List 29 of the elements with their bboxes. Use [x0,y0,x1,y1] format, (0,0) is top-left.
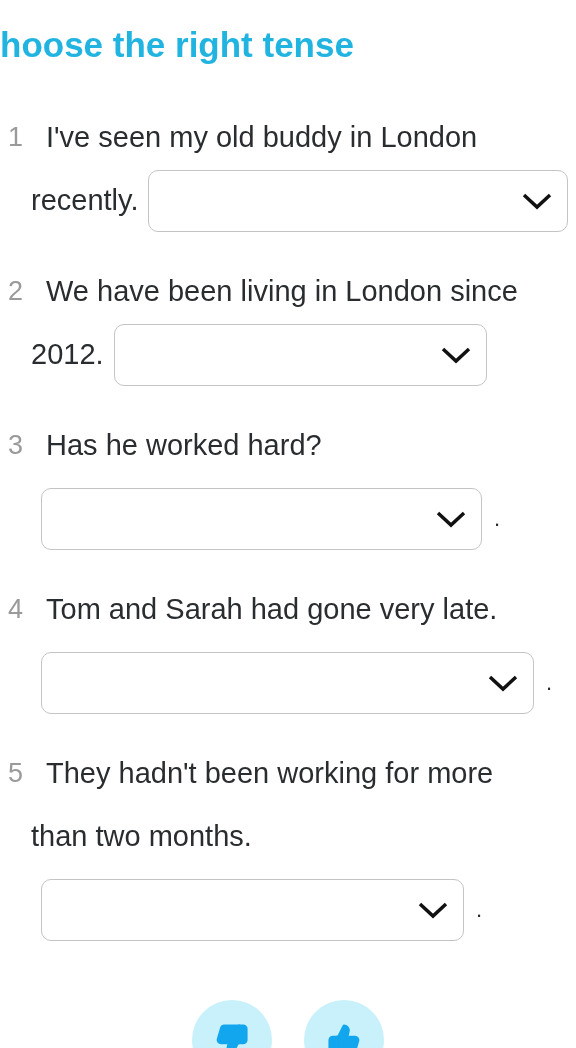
question-text: 2012. [31,337,104,372]
sentence-period: . [476,896,483,924]
question-text: than two months. [31,819,252,854]
answer-dropdown[interactable] [41,878,464,941]
question-text: Tom and Sarah had gone very late. [46,592,498,627]
question-text: They hadn't been working for more [46,756,494,791]
sentence-period: . [546,669,553,697]
chevron-down-icon [521,191,554,210]
answer-dropdown[interactable] [41,651,534,714]
chevron-down-icon [487,673,519,692]
question-text: recently. [31,183,139,218]
chevron-down-icon [439,345,472,364]
answer-dropdown[interactable] [41,487,482,550]
question-number: 1 [8,121,25,154]
question-number: 5 [8,757,25,790]
chevron-down-icon [417,900,449,919]
thumbs-up-icon [327,1023,361,1048]
question-text: We have been living in London since [46,274,518,309]
thumbs-down-icon [215,1023,249,1048]
chevron-down-icon [435,509,467,528]
answer-dropdown[interactable] [148,169,569,232]
question-text: I've seen my old buddy in London [46,120,478,155]
question-number: 2 [8,275,25,308]
answer-dropdown[interactable] [113,323,487,386]
page-title: hoose the right tense [0,24,355,66]
question-text: Has he worked hard? [46,428,322,463]
question-number: 3 [8,429,25,462]
sentence-period: . [494,505,501,533]
question-number: 4 [8,593,25,626]
